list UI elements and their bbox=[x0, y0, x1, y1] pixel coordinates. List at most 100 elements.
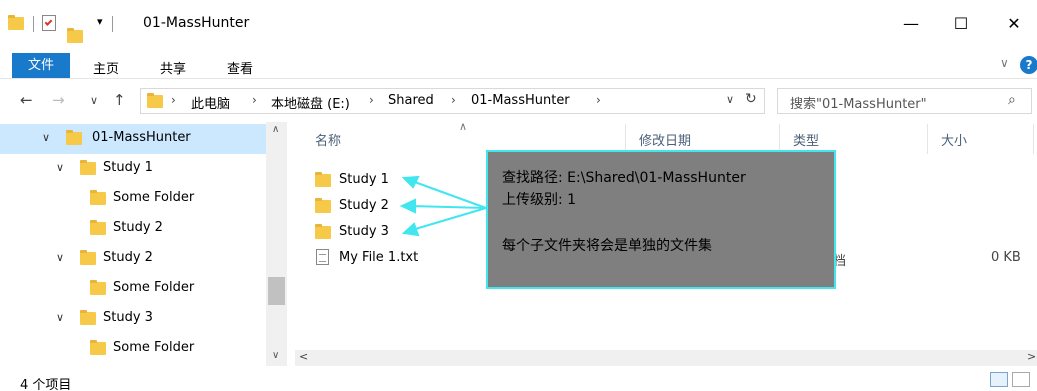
details-view-icon[interactable] bbox=[990, 372, 1008, 387]
status-bar: 4 个项目 bbox=[0, 366, 1037, 391]
tree-item[interactable]: ∨ Study 2 bbox=[0, 244, 266, 274]
file-name: Study 2 bbox=[339, 198, 389, 213]
tree-scrollbar[interactable]: ∧ ∨ bbox=[266, 122, 287, 366]
tab-file[interactable]: 文件 bbox=[12, 53, 70, 79]
chevron-right-icon[interactable]: › bbox=[451, 93, 456, 107]
annotation-box: 查找路径: E:\Shared\01-MassHunter 上传级别: 1 每个… bbox=[486, 150, 836, 289]
folder-icon bbox=[66, 130, 82, 145]
chevron-right-icon[interactable]: › bbox=[596, 93, 601, 107]
scroll-down-icon[interactable]: ∨ bbox=[272, 350, 279, 361]
maximize-button[interactable]: ☐ bbox=[938, 8, 984, 40]
folder-icon bbox=[90, 220, 106, 235]
forward-arrow-icon[interactable]: → bbox=[52, 91, 65, 109]
breadcrumb-local-disk[interactable]: 本地磁盘 (E:) bbox=[271, 93, 350, 112]
folder-icon bbox=[8, 15, 24, 30]
tree-item[interactable]: Some Folder bbox=[0, 184, 266, 214]
column-type[interactable]: 类型 bbox=[793, 130, 819, 149]
file-name: Study 1 bbox=[339, 172, 389, 187]
column-divider[interactable] bbox=[927, 124, 928, 154]
search-box[interactable]: 搜索"01-MassHunter" ⌕ bbox=[777, 88, 1032, 114]
folder-icon bbox=[90, 190, 106, 205]
file-row[interactable]: Study 3 bbox=[315, 220, 485, 246]
tree-item[interactable]: ∨ 01-MassHunter bbox=[0, 124, 266, 154]
folder-icon bbox=[147, 93, 163, 108]
new-folder-icon[interactable] bbox=[67, 28, 83, 43]
tree-item[interactable]: ∨ Study 1 bbox=[0, 154, 266, 184]
tree-item-label: Study 3 bbox=[103, 310, 153, 325]
tree-item-label: Some Folder bbox=[113, 340, 195, 355]
tree-item[interactable]: Some Folder bbox=[0, 274, 266, 304]
chevron-right-icon[interactable]: › bbox=[369, 93, 374, 107]
large-icons-view-icon[interactable] bbox=[1012, 372, 1030, 387]
column-divider[interactable] bbox=[1033, 124, 1034, 154]
tab-view[interactable]: 查看 bbox=[227, 58, 253, 77]
expand-ribbon-icon[interactable]: ∨ bbox=[1000, 56, 1009, 70]
file-name: Study 3 bbox=[339, 224, 389, 239]
tree-item-label: 01-MassHunter bbox=[92, 130, 191, 145]
chevron-down-icon[interactable]: ∨ bbox=[42, 131, 50, 144]
annotation-note: 每个子文件夹将会是单独的文件集 bbox=[502, 238, 712, 254]
divider bbox=[33, 16, 34, 32]
column-size[interactable]: 大小 bbox=[941, 130, 967, 149]
file-row[interactable]: Study 2 bbox=[315, 194, 485, 220]
column-name[interactable]: 名称 bbox=[315, 130, 341, 149]
tree-item[interactable]: ∨ Study 3 bbox=[0, 304, 266, 334]
tab-share[interactable]: 共享 bbox=[160, 58, 186, 77]
breadcrumb-shared[interactable]: Shared bbox=[388, 93, 434, 108]
annotation-level: 上传级别: 1 bbox=[502, 192, 577, 208]
scroll-right-icon[interactable]: > bbox=[1027, 350, 1036, 363]
close-button[interactable]: ✕ bbox=[991, 8, 1037, 40]
ribbon: 文件 主页 共享 查看 ∨ ? bbox=[0, 48, 1037, 79]
tree-item-label: Study 1 bbox=[103, 160, 153, 175]
breadcrumb-masshunter[interactable]: 01-MassHunter bbox=[471, 93, 570, 108]
file-size: 0 KB bbox=[991, 250, 1021, 265]
up-arrow-icon[interactable]: ↑ bbox=[113, 91, 126, 109]
breadcrumb-this-pc[interactable]: 此电脑 bbox=[191, 93, 230, 112]
refresh-icon[interactable]: ↻ bbox=[745, 91, 757, 107]
horizontal-scrollbar[interactable]: < > bbox=[295, 350, 1037, 366]
folder-icon bbox=[315, 172, 331, 187]
chevron-down-icon[interactable]: ∨ bbox=[56, 311, 64, 324]
folder-icon bbox=[315, 224, 331, 239]
tree-item-label: Some Folder bbox=[113, 280, 195, 295]
folder-icon bbox=[90, 340, 106, 355]
tree-item-label: Study 2 bbox=[113, 220, 163, 235]
address-bar[interactable]: › 此电脑 › 本地磁盘 (E:) › Shared › 01-MassHunt… bbox=[140, 88, 765, 114]
navigation-bar: ← → ∨ ↑ › 此电脑 › 本地磁盘 (E:) › Shared › 01-… bbox=[0, 78, 1037, 122]
file-row[interactable]: Study 1 bbox=[315, 168, 485, 194]
text-file-icon bbox=[316, 249, 329, 265]
folder-icon bbox=[80, 160, 96, 175]
help-icon[interactable]: ? bbox=[1020, 56, 1037, 74]
folder-icon bbox=[80, 310, 96, 325]
address-dropdown-icon[interactable]: ∨ bbox=[726, 93, 734, 106]
scroll-left-icon[interactable]: < bbox=[299, 350, 308, 363]
recent-locations-icon[interactable]: ∨ bbox=[90, 94, 98, 107]
chevron-right-icon[interactable]: › bbox=[252, 93, 257, 107]
customize-toolbar-icon[interactable]: ▾ bbox=[97, 15, 103, 28]
minimize-button[interactable]: — bbox=[888, 8, 934, 40]
chevron-down-icon[interactable]: ∨ bbox=[56, 251, 64, 264]
tree-item[interactable]: Study 2 bbox=[0, 214, 266, 244]
folder-icon bbox=[80, 250, 96, 265]
sort-ascending-icon: ∧ bbox=[459, 120, 468, 133]
tree-item-label: Some Folder bbox=[113, 190, 195, 205]
item-count: 4 个项目 bbox=[20, 378, 72, 391]
scrollbar-thumb[interactable] bbox=[268, 277, 285, 305]
annotation-path: 查找路径: E:\Shared\01-MassHunter bbox=[502, 170, 746, 186]
tree-item[interactable]: Some Folder bbox=[0, 334, 266, 364]
tree-item-label: Study 2 bbox=[103, 250, 153, 265]
file-name: My File 1.txt bbox=[339, 250, 419, 265]
properties-icon[interactable] bbox=[42, 15, 56, 31]
checkmark-icon bbox=[44, 18, 53, 26]
search-input[interactable]: 搜索"01-MassHunter" bbox=[790, 93, 927, 112]
back-arrow-icon[interactable]: ← bbox=[20, 91, 33, 109]
chevron-right-icon[interactable]: › bbox=[171, 93, 176, 107]
folder-icon bbox=[90, 280, 106, 295]
search-icon[interactable]: ⌕ bbox=[1008, 92, 1016, 108]
chevron-down-icon[interactable]: ∨ bbox=[56, 161, 64, 174]
navigation-pane: ∨ 01-MassHunter ∨ Study 1 Some Folder St… bbox=[0, 122, 287, 366]
folder-icon bbox=[315, 198, 331, 213]
scroll-up-icon[interactable]: ∧ bbox=[272, 124, 279, 135]
column-date-modified[interactable]: 修改日期 bbox=[639, 130, 691, 149]
tab-home[interactable]: 主页 bbox=[93, 58, 119, 77]
